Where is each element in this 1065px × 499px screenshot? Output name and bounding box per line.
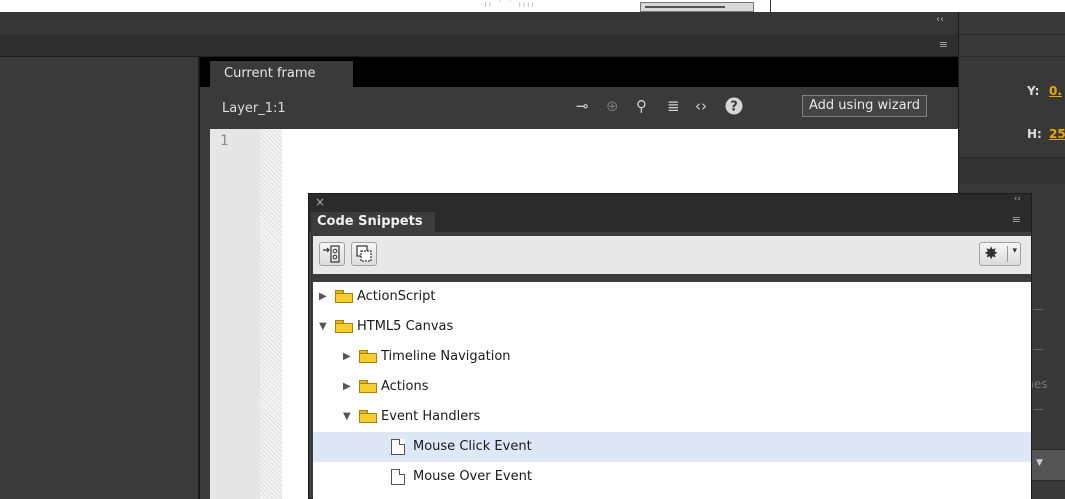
gear-icon: ✸ bbox=[984, 244, 999, 264]
actions-toolbar: Layer_1:1 ⊸ ⊕ ⚲ ≣ ‹› ? Add using wizard bbox=[200, 87, 958, 130]
actions-panel-title-bar: ‹‹ bbox=[0, 12, 958, 35]
actions-panel-menu-bar: ≡ bbox=[0, 34, 958, 57]
tree-item-actionscript[interactable]: ▶ ActionScript bbox=[313, 282, 1031, 312]
chevron-down-icon: ▾ bbox=[1012, 246, 1017, 256]
editor-margin bbox=[260, 129, 282, 499]
tab-code-snippets[interactable]: Code Snippets bbox=[311, 212, 435, 232]
properties-dropdown[interactable]: ▼ bbox=[1027, 449, 1065, 481]
line-gutter: 1 bbox=[210, 129, 260, 499]
partial-slider[interactable] bbox=[640, 2, 754, 12]
collapse-arrow-icon[interactable]: ▼ bbox=[343, 402, 351, 432]
tab-current-frame[interactable]: Current frame bbox=[210, 61, 353, 87]
snippets-title-bar: × ‹‹ bbox=[309, 194, 1031, 210]
tree-item-timeline-navigation[interactable]: ▶ Timeline Navigation bbox=[313, 342, 1031, 372]
layer-label: Layer_1:1 bbox=[222, 101, 286, 116]
copy-icon bbox=[356, 245, 372, 262]
expand-arrow-icon[interactable]: ▶ bbox=[343, 342, 351, 372]
folder-icon bbox=[335, 290, 353, 303]
h-label: H: bbox=[1027, 127, 1042, 141]
collapse-chevron-icon[interactable]: ‹‹ bbox=[1014, 194, 1021, 204]
snippets-toolbar: ✸ ▾ bbox=[309, 232, 1031, 282]
add-using-wizard-button[interactable]: Add using wizard bbox=[802, 95, 927, 117]
collapse-chevron-icon[interactable]: ‹‹ bbox=[936, 14, 944, 25]
expand-arrow-icon[interactable]: ▶ bbox=[343, 372, 351, 402]
snippet-file-icon bbox=[391, 469, 405, 485]
pin-icon[interactable]: ⊸ bbox=[576, 97, 589, 115]
tree-item-html5-canvas[interactable]: ▼ HTML5 Canvas bbox=[313, 312, 1031, 342]
collapse-arrow-icon[interactable]: ▼ bbox=[319, 312, 327, 342]
format-code-icon[interactable]: ≣ bbox=[667, 97, 680, 115]
svg-text:?: ? bbox=[730, 100, 738, 115]
target-insert-icon[interactable]: ⊕ bbox=[606, 97, 619, 115]
partial-toolbar-glyphs: ·ıı ˊ ˊ ıııı bbox=[480, 0, 536, 9]
copy-to-clipboard-button[interactable] bbox=[351, 242, 377, 266]
y-label: Y: bbox=[1027, 84, 1040, 98]
properties-header bbox=[958, 12, 1065, 56]
panel-menu-icon[interactable]: ≡ bbox=[1012, 214, 1021, 225]
tree-item-event-handlers[interactable]: ▼ Event Handlers bbox=[313, 402, 1031, 432]
properties-section-header bbox=[959, 158, 1065, 184]
folder-icon bbox=[359, 380, 377, 393]
folder-open-icon bbox=[359, 410, 377, 423]
tree-item-actions[interactable]: ▶ Actions bbox=[313, 372, 1031, 402]
folder-open-icon bbox=[335, 320, 353, 333]
snippets-tree: ▶ ActionScript ▼ HTML5 Canvas ▶ Timeline… bbox=[313, 282, 1031, 499]
code-snippets-panel: × ‹‹ Code Snippets ≡ ✸ ▾ ▶ ActionScript … bbox=[308, 193, 1032, 499]
expand-arrow-icon[interactable]: ▶ bbox=[319, 282, 327, 312]
snippet-file-icon bbox=[391, 439, 405, 455]
panel-menu-icon[interactable]: ≡ bbox=[939, 39, 948, 50]
snippets-tab-bar: Code Snippets ≡ bbox=[309, 210, 1031, 232]
add-to-current-frame-button[interactable] bbox=[319, 242, 345, 266]
code-hint-icon[interactable]: ‹› bbox=[695, 97, 707, 115]
top-toolbar-strip: ·ıı ˊ ˊ ıııı bbox=[0, 0, 1065, 12]
chevron-down-icon: ▼ bbox=[1036, 458, 1043, 468]
editor-left-edge bbox=[200, 129, 210, 499]
actions-tab-bar: Current frame bbox=[200, 57, 958, 87]
divider bbox=[770, 0, 771, 12]
help-icon[interactable]: ? bbox=[725, 97, 743, 119]
folder-icon bbox=[359, 350, 377, 363]
left-panel bbox=[0, 57, 200, 499]
search-icon[interactable]: ⚲ bbox=[636, 97, 647, 115]
line-number: 1 bbox=[220, 133, 229, 149]
add-to-frame-icon bbox=[323, 245, 340, 263]
tree-item-mouse-over-event[interactable]: Mouse Over Event bbox=[313, 462, 1031, 492]
tree-item-mouse-click-event[interactable]: Mouse Click Event bbox=[313, 432, 1031, 462]
y-value[interactable]: 0. bbox=[1049, 84, 1062, 98]
options-button[interactable]: ✸ ▾ bbox=[979, 242, 1021, 266]
close-icon[interactable]: × bbox=[315, 195, 325, 209]
h-value[interactable]: 25 bbox=[1049, 127, 1065, 141]
